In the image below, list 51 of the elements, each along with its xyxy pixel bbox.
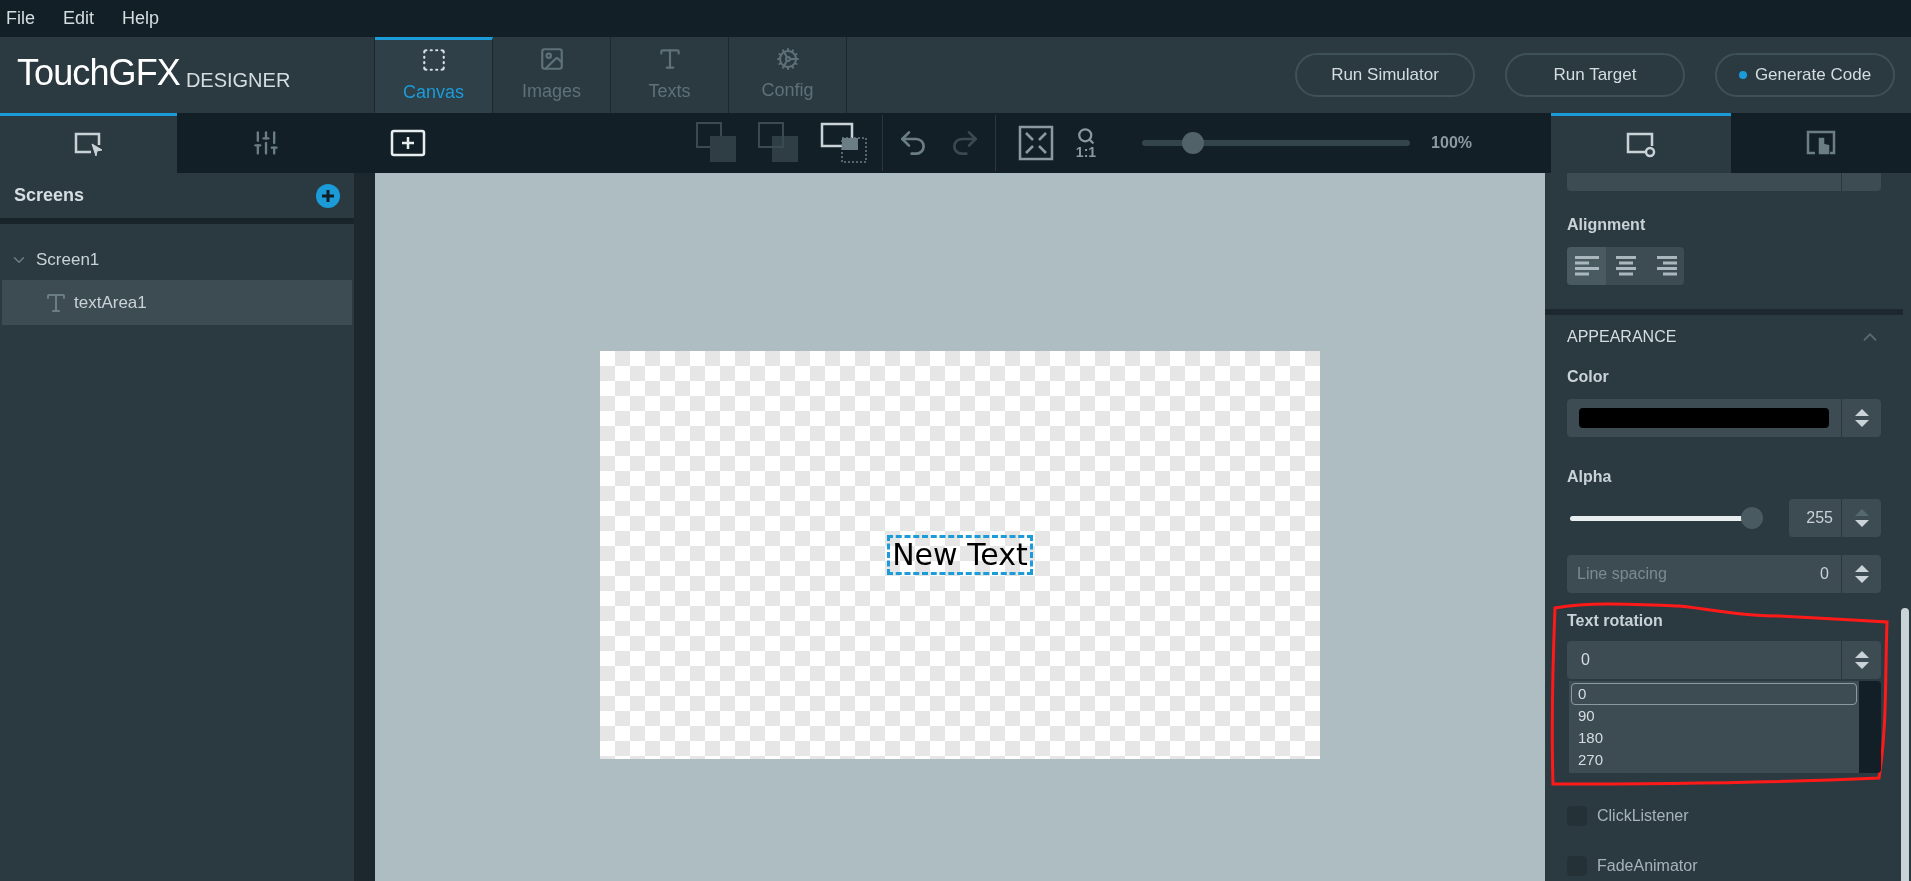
screens-title: Screens: [14, 184, 85, 207]
tree-item[interactable]: Screen1: [0, 240, 354, 280]
add-icon[interactable]: [316, 183, 340, 208]
sliders-icon: [251, 129, 280, 157]
action-button[interactable]: Run Simulator: [1295, 53, 1475, 97]
alpha-slider-thumb[interactable]: [1741, 506, 1763, 529]
layer-front-icon[interactable]: [757, 122, 800, 164]
layers-icon[interactable]: [819, 122, 868, 164]
action-button[interactable]: Run Target: [1505, 53, 1685, 97]
rotation-option[interactable]: 270: [1571, 749, 1857, 771]
alignment-label: Alignment: [1567, 215, 1647, 235]
text-rotation-dropdown[interactable]: 0: [1567, 641, 1881, 679]
color-field[interactable]: [1567, 399, 1881, 437]
logo-text: TouchGFX: [17, 55, 180, 91]
menu-item[interactable]: Edit: [63, 5, 95, 32]
layer-back-icon[interactable]: [695, 122, 738, 164]
properties-tab[interactable]: [1551, 113, 1731, 173]
scrollbar[interactable]: [1901, 608, 1909, 881]
align-icon: [1613, 256, 1638, 276]
rotation-option[interactable]: 90: [1571, 705, 1857, 727]
gears-icon: [775, 46, 800, 71]
dashed-square-icon: [420, 47, 447, 73]
section-title: APPEARANCE: [1567, 327, 1677, 347]
screen-hand-icon: [1805, 129, 1837, 157]
image-icon: [538, 45, 565, 72]
zoom-slider-thumb[interactable]: [1182, 132, 1204, 154]
add-screen-icon[interactable]: [390, 129, 426, 157]
tree-item[interactable]: textArea1: [2, 280, 352, 325]
fit-screen-icon[interactable]: [1017, 125, 1054, 161]
align-button[interactable]: [1567, 247, 1606, 285]
rotation-option[interactable]: 180: [1571, 727, 1857, 749]
menu-item[interactable]: Help: [122, 5, 160, 32]
text-rotation-label: Text rotation: [1567, 611, 1664, 631]
checkbox-label: FadeAnimator: [1597, 856, 1698, 876]
alpha-field[interactable]: 255: [1789, 499, 1881, 537]
canvas-text[interactable]: New Text: [887, 535, 1033, 575]
align-icon: [1574, 256, 1599, 276]
action-button[interactable]: Generate Code: [1715, 53, 1895, 97]
logo-subtitle: DESIGNER: [185, 70, 291, 91]
screen-gear-icon: [1625, 130, 1657, 159]
line-spacing-field[interactable]: Line spacing 0: [1567, 555, 1881, 593]
zoom-percent: 100%: [1431, 133, 1472, 153]
alpha-label: Alpha: [1567, 467, 1613, 487]
color-label: Color: [1567, 367, 1610, 387]
rotation-option[interactable]: 0: [1571, 683, 1857, 705]
main-tab[interactable]: Canvas: [375, 37, 493, 113]
checkbox-label: ClickListener: [1597, 806, 1689, 826]
menu-item[interactable]: File: [6, 5, 35, 32]
sidebar-tab[interactable]: [0, 113, 177, 173]
zoom-one-to-one[interactable]: 1:1: [1075, 127, 1097, 159]
screen-cursor-icon: [72, 130, 105, 159]
